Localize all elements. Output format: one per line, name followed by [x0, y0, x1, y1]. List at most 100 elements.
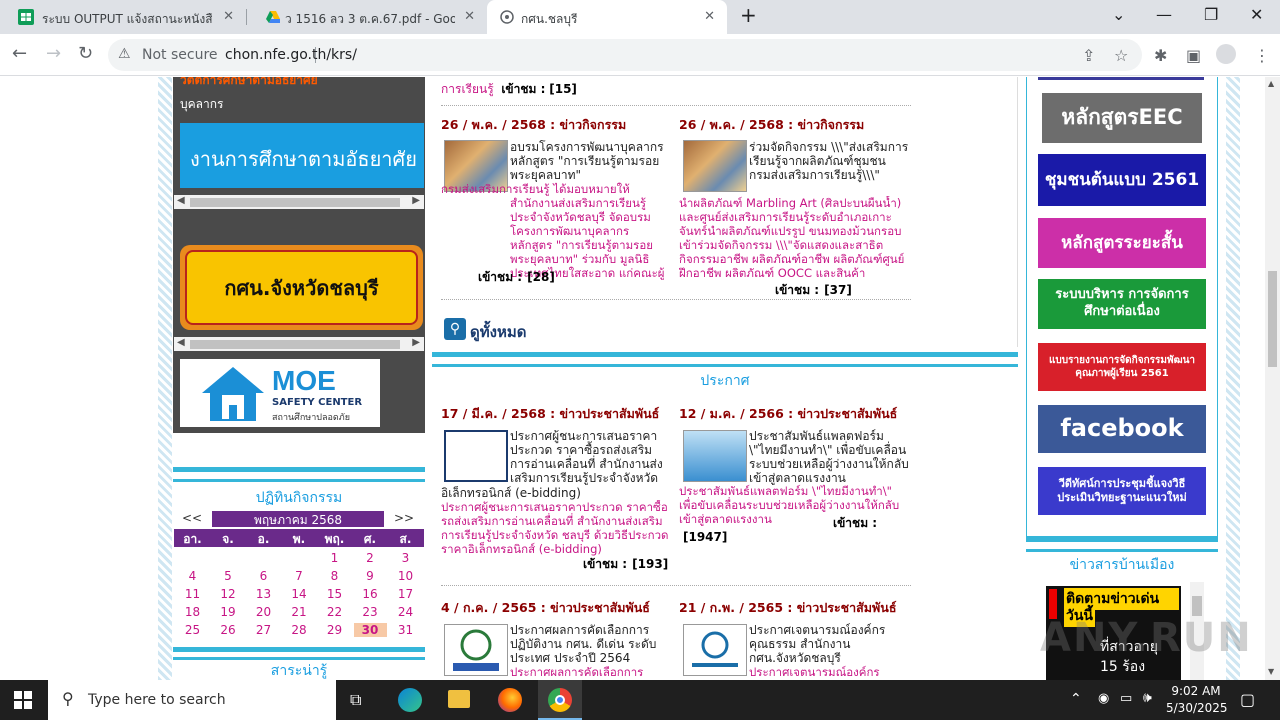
close-tab-icon[interactable]: ✕	[704, 9, 715, 24]
chonburi-banner[interactable]: กศน.จังหวัดชลบุรี	[180, 245, 423, 330]
security-label[interactable]: Not secure	[142, 47, 218, 63]
reload-icon[interactable]: ↻	[78, 44, 93, 64]
warning-icon[interactable]: ⚠	[118, 46, 131, 62]
calendar-day[interactable]: 20	[247, 605, 280, 619]
calendar-day[interactable]: 14	[283, 587, 316, 601]
right-banner[interactable]: หลักสูตรEEC	[1042, 93, 1202, 143]
new-tab-icon[interactable]: +	[740, 3, 757, 27]
calendar-prev[interactable]: <<	[182, 511, 202, 525]
right-banner[interactable]: ระบบบริหาร การจัดการศึกษาต่อเนื่อง	[1038, 279, 1206, 329]
tab-pdf[interactable]: ว 1516 ลว 3 ต.ค.67.pdf - Google D ✕	[247, 0, 487, 34]
calendar-day[interactable]: 8	[318, 569, 351, 583]
scroll-thumb[interactable]	[1268, 271, 1277, 367]
news-title[interactable]: ร่วมจัดกิจกรรม \\\"ส่งเสริมการเรียนรู้จา…	[749, 140, 909, 196]
calendar-day[interactable]: 24	[389, 605, 422, 619]
scrollbar-h[interactable]: ◀ ▶	[174, 195, 424, 209]
calendar-day[interactable]: 23	[354, 605, 387, 619]
scroll-up-icon[interactable]: ▲	[1268, 79, 1274, 88]
calendar-day[interactable]: 11	[176, 587, 209, 601]
calendar-day[interactable]: 2	[354, 551, 387, 565]
tab-output[interactable]: ระบบ OUTPUT แจ้งสถานะหนังสือ/ราช ✕	[0, 0, 246, 34]
calendar-day[interactable]: 17	[389, 587, 422, 601]
calendar-day[interactable]: 7	[283, 569, 316, 583]
minimize-icon[interactable]: —	[1156, 5, 1172, 24]
tab-active[interactable]: กศน.ชลบุรี ✕	[487, 0, 727, 34]
scroll-down-icon[interactable]: ▼	[1268, 667, 1274, 676]
calendar-day[interactable]: 22	[318, 605, 351, 619]
calendar-day[interactable]: 28	[283, 623, 316, 637]
chevron-down-icon[interactable]: ⌄	[1112, 5, 1125, 24]
right-banner[interactable]: แบบรายงานการจัดกิจกรรมพัฒนาคุณภาพผู้เรีย…	[1038, 343, 1206, 391]
calendar-day[interactable]: 10	[389, 569, 422, 583]
announce-thumbnail[interactable]	[444, 624, 508, 676]
calendar-day[interactable]: 25	[176, 623, 209, 637]
back-icon[interactable]: ←	[12, 44, 27, 64]
tray-app-icon[interactable]: ◉	[1098, 691, 1109, 706]
calendar-day[interactable]: 5	[212, 569, 245, 583]
share-icon[interactable]: ⇪	[1082, 46, 1095, 65]
file-explorer-icon[interactable]	[448, 690, 470, 708]
restore-icon[interactable]: ❐	[1204, 5, 1218, 24]
close-window-icon[interactable]: ✕	[1250, 5, 1263, 24]
calendar-day[interactable]: 12	[212, 587, 245, 601]
calendar-day[interactable]: 3	[389, 551, 422, 565]
right-banner[interactable]: facebook	[1038, 405, 1206, 453]
calendar-day[interactable]: 4	[176, 569, 209, 583]
announce-title-text[interactable]: ประกาศเจตนารมณ์องค์กรคุณธรรม สำนักงาน กศ…	[749, 623, 909, 665]
informal-edu-banner[interactable]: งานการศึกษาตามอัธยาศัย	[180, 123, 424, 188]
close-tab-icon[interactable]: ✕	[223, 9, 234, 24]
view-all-link[interactable]: ดูทั้งหมด	[470, 320, 526, 344]
announce-thumbnail[interactable]	[683, 624, 747, 676]
calendar-day[interactable]: 6	[247, 569, 280, 583]
volume-icon[interactable]: 🕪	[1143, 690, 1152, 706]
windows-start-icon[interactable]	[14, 691, 32, 713]
scrollbar-h[interactable]: ◀ ▶	[174, 337, 424, 351]
page-scrollbar[interactable]: ▲ ▼	[1265, 77, 1280, 680]
calendar-day[interactable]: 16	[354, 587, 387, 601]
extensions-icon[interactable]: ✱	[1154, 46, 1167, 65]
url-text[interactable]: chon.nfe.go.th/krs/	[225, 47, 357, 63]
right-banner[interactable]: วีดีทัศน์การประชุมชี้แจงวิธีประเมินวิทยะ…	[1038, 467, 1206, 515]
calendar-day[interactable]: 9	[354, 569, 387, 583]
sidepanel-icon[interactable]: ▣	[1186, 46, 1201, 65]
calendar-day[interactable]: 18	[176, 605, 209, 619]
menu-icon[interactable]: ⋮	[1254, 46, 1270, 65]
announce-title-text[interactable]: ประกาศผลการคัดเลือกการปฏิบัติงาน กศน. ดี…	[510, 623, 670, 665]
announce-title-text[interactable]: ประกาศผู้ชนะการเสนอราคา ประกวด ราคาซื้อร…	[510, 429, 670, 485]
tray-chevron-icon[interactable]: ⌃	[1070, 691, 1082, 707]
clock-date[interactable]: 5/30/2025	[1166, 701, 1228, 715]
calendar-day[interactable]: 13	[247, 587, 280, 601]
calendar-day[interactable]: 31	[389, 623, 422, 637]
calendar-day[interactable]: 21	[283, 605, 316, 619]
chrome-taskbar-button[interactable]	[538, 680, 582, 720]
magnifier-icon[interactable]: ⚲	[444, 318, 466, 340]
task-view-icon[interactable]: ⧉	[350, 690, 361, 710]
calendar-day[interactable]: 26	[212, 623, 245, 637]
news-thumbnail[interactable]	[683, 140, 747, 192]
calendar-day[interactable]: 19	[212, 605, 245, 619]
right-banner[interactable]: ชุมชนต้นแบบ 2561	[1038, 154, 1206, 206]
network-icon[interactable]: ▭	[1120, 691, 1132, 706]
firefox-icon[interactable]	[498, 688, 522, 712]
notification-icon[interactable]: ▢	[1240, 690, 1255, 709]
calendar-next[interactable]: >>	[394, 511, 414, 525]
calendar-day[interactable]: 27	[247, 623, 280, 637]
close-tab-icon[interactable]: ✕	[464, 9, 475, 24]
broken-image-icon[interactable]	[444, 430, 508, 482]
star-icon[interactable]: ☆	[1114, 46, 1128, 65]
taskbar-search[interactable]: ⚲ Type here to search	[48, 680, 336, 720]
news-title[interactable]: อบรมโครงการพัฒนาบุคลากร หลักสูตร "การเรี…	[510, 140, 670, 182]
calendar-day[interactable]: 29	[318, 623, 351, 637]
calendar-day[interactable]: 30	[353, 623, 387, 637]
announce-thumbnail[interactable]	[683, 430, 747, 482]
calendar-day[interactable]: 1	[318, 551, 351, 565]
forward-icon[interactable]: →	[46, 44, 61, 64]
profile-icon[interactable]	[1216, 44, 1236, 64]
moe-safety-banner[interactable]: MOE SAFETY CENTER สถานศึกษาปลอดภัย	[180, 359, 380, 427]
address-bar[interactable]: ⚠ Not secure chon.nfe.go.th/krs/	[108, 39, 1142, 71]
right-banner[interactable]: หลักสูตรระยะสั้น	[1038, 218, 1206, 268]
calendar-day[interactable]: 15	[318, 587, 351, 601]
clock-time[interactable]: 9:02 AM	[1168, 684, 1224, 698]
announce-title-text[interactable]: ประชาสัมพันธ์แพลตฟอร์ม \"ไทยมีงานทำ\" เพ…	[749, 429, 909, 485]
edge-icon[interactable]	[398, 688, 422, 712]
